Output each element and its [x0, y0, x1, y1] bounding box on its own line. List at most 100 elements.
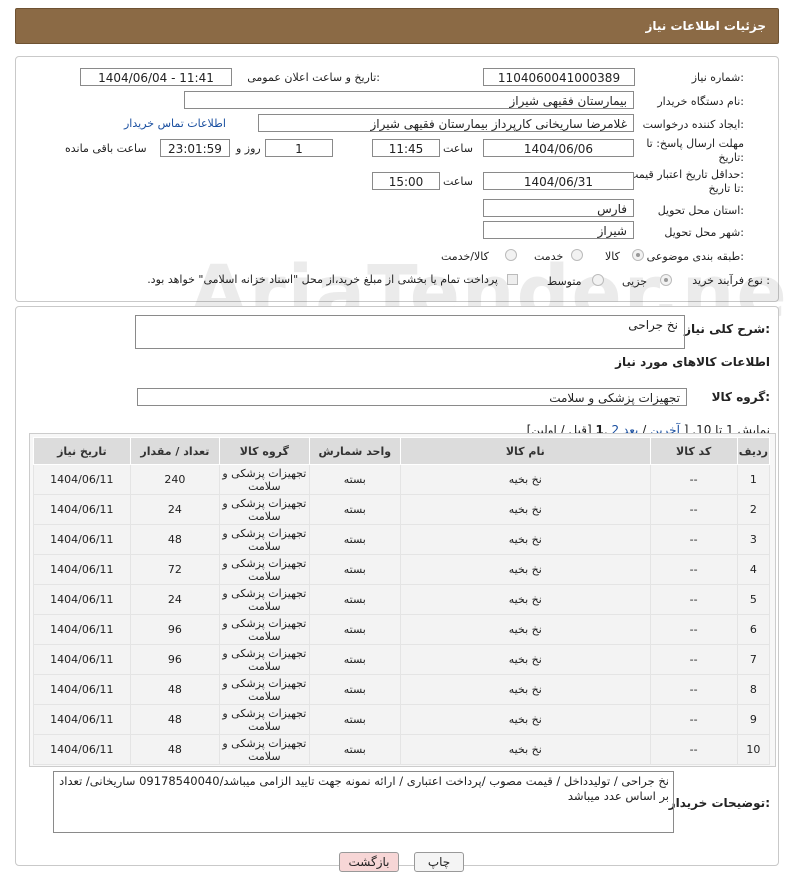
- cell-need-date: 1404/06/11: [33, 584, 131, 615]
- validity-date-field: 1404/06/31: [483, 172, 634, 190]
- city-label: شهر محل تحویل:: [664, 226, 744, 239]
- cell-item-code: --: [649, 704, 738, 735]
- cell-group: تجهیزات پزشکی و سلامت: [219, 734, 310, 765]
- category-radio-goods[interactable]: [632, 249, 644, 261]
- category-option-service: خدمت: [534, 250, 564, 263]
- table-row: 4 -- نخ بخیه بسته تجهیزات پزشکی و سلامت 72 140…: [33, 554, 771, 585]
- cell-group: تجهیزات پزشکی و سلامت: [219, 614, 310, 645]
- creator-field: غلامرضا ساریخانی کارپرداز بیمارستان فقیه…: [258, 114, 634, 132]
- process-radio-medium[interactable]: [592, 274, 604, 286]
- goods-group-field: تجهیزات پزشکی و سلامت: [137, 388, 687, 406]
- cell-need-date: 1404/06/11: [33, 524, 131, 555]
- deadline-time-field: 11:45: [372, 139, 440, 157]
- remaining-time-field: 23:01:59: [160, 139, 230, 157]
- category-radio-goods-service[interactable]: [505, 249, 517, 261]
- cell-need-date: 1404/06/11: [33, 464, 131, 495]
- cell-item-code: --: [649, 584, 738, 615]
- category-label: طبقه بندی موضوعی:: [646, 250, 744, 263]
- buyer-notes-text: نخ جراحی / تولیدداخل / قیمت مصوب /پرداخت…: [59, 774, 669, 803]
- table-row: 6 -- نخ بخیه بسته تجهیزات پزشکی و سلامت 96 140…: [33, 614, 771, 645]
- cell-group: تجهیزات پزشکی و سلامت: [219, 524, 310, 555]
- category-radio-service[interactable]: [571, 249, 583, 261]
- cell-group: تجهیزات پزشکی و سلامت: [219, 464, 310, 495]
- cell-group: تجهیزات پزشکی و سلامت: [219, 584, 310, 615]
- contact-info-link[interactable]: اطلاعات تماس خریدار: [124, 117, 226, 130]
- cell-item-name: نخ بخیه: [400, 674, 651, 705]
- process-option-minor: جزیی: [622, 275, 648, 288]
- remaining-label: ساعت باقی مانده: [65, 142, 147, 155]
- city-field: شیراز: [483, 221, 634, 239]
- table-row: 5 -- نخ بخیه بسته تجهیزات پزشکی و سلامت 24 140…: [33, 584, 771, 615]
- cell-item-code: --: [649, 734, 738, 765]
- province-field: فارس: [483, 199, 634, 217]
- cell-quantity: 48: [129, 674, 221, 705]
- announce-field: 1404/06/04 - 11:41: [80, 68, 232, 86]
- col-header-group: گروه کالا: [219, 437, 310, 465]
- goods-info-title: اطلاعات کالاهای مورد نیاز: [615, 355, 770, 369]
- cell-unit: بسته: [308, 734, 402, 765]
- cell-group: تجهیزات پزشکی و سلامت: [219, 554, 310, 585]
- col-header-quantity: تعداد / مقدار: [129, 437, 221, 465]
- cell-item-name: نخ بخیه: [400, 554, 651, 585]
- cell-quantity: 48: [129, 734, 221, 765]
- general-desc-label: شرح کلی نیاز:: [684, 322, 770, 336]
- cell-need-date: 1404/06/11: [33, 674, 131, 705]
- deadline-label-line2: تاریخ:: [718, 151, 744, 164]
- process-label: نوع فرآیند خرید :: [692, 274, 770, 287]
- province-label: استان محل تحویل:: [657, 204, 744, 217]
- days-label: روز و: [236, 142, 261, 155]
- cell-need-date: 1404/06/11: [33, 614, 131, 645]
- goods-table-body: 1 -- نخ بخیه بسته تجهیزات پزشکی و سلامت 240 14…: [33, 464, 771, 765]
- cell-item-name: نخ بخیه: [400, 524, 651, 555]
- table-row: 1 -- نخ بخیه بسته تجهیزات پزشکی و سلامت 240 14…: [33, 464, 771, 495]
- goods-table-header: ردیف کد کالا نام کالا واحد شمارش گروه کا…: [33, 437, 771, 465]
- page-header: جزئیات اطلاعات نیاز: [15, 8, 779, 44]
- cell-need-date: 1404/06/11: [33, 734, 131, 765]
- buyer-org-field: بیمارستان فقیهی شیراز: [184, 91, 634, 109]
- buyer-notes-label: توضیحات خریدار:: [668, 796, 770, 810]
- cell-item-code: --: [649, 464, 738, 495]
- cell-item-name: نخ بخیه: [400, 614, 651, 645]
- col-header-row-number: ردیف: [736, 437, 771, 465]
- category-option-goods-service: کالا/خدمت: [441, 250, 489, 263]
- print-button[interactable]: چاپ: [414, 852, 464, 872]
- goods-group-label: گروه کالا:: [711, 390, 770, 404]
- creator-label: ایجاد کننده درخواست:: [642, 118, 744, 131]
- deadline-date-field: 1404/06/06: [483, 139, 634, 157]
- treasury-payment-note: پرداخت تمام یا بخشی از مبلغ خرید،از محل …: [147, 273, 498, 286]
- general-desc-text: نخ جراحی: [628, 318, 678, 332]
- cell-need-date: 1404/06/11: [33, 554, 131, 585]
- cell-row-number: 5: [736, 584, 771, 615]
- validity-label-line1: حداقل تاریخ اعتبار قیمت:: [628, 168, 744, 181]
- cell-item-name: نخ بخیه: [400, 494, 651, 525]
- validity-label: حداقل تاریخ اعتبار قیمت: تا تاریخ:: [628, 168, 744, 196]
- cell-row-number: 3: [736, 524, 771, 555]
- cell-row-number: 6: [736, 614, 771, 645]
- table-row: 10 -- نخ بخیه بسته تجهیزات پزشکی و سلامت 48 14…: [33, 734, 771, 765]
- col-header-unit: واحد شمارش: [308, 437, 402, 465]
- remaining-days-field: 1: [265, 139, 333, 157]
- treasury-payment-checkbox[interactable]: [507, 274, 518, 285]
- cell-item-name: نخ بخیه: [400, 584, 651, 615]
- cell-unit: بسته: [308, 554, 402, 585]
- cell-need-date: 1404/06/11: [33, 704, 131, 735]
- cell-item-name: نخ بخیه: [400, 734, 651, 765]
- back-button[interactable]: بازگشت: [339, 852, 399, 872]
- col-header-item-name: نام کالا: [400, 437, 651, 465]
- process-radio-minor[interactable]: [660, 274, 672, 286]
- cell-row-number: 7: [736, 644, 771, 675]
- cell-unit: بسته: [308, 704, 402, 735]
- cell-row-number: 8: [736, 674, 771, 705]
- need-number-label: شماره نیاز:: [691, 71, 744, 84]
- table-row: 2 -- نخ بخیه بسته تجهیزات پزشکی و سلامت 24 140…: [33, 494, 771, 525]
- cell-item-code: --: [649, 494, 738, 525]
- cell-row-number: 1: [736, 464, 771, 495]
- cell-group: تجهیزات پزشکی و سلامت: [219, 704, 310, 735]
- need-number-field: 1104060041000389: [483, 68, 635, 86]
- cell-item-code: --: [649, 674, 738, 705]
- cell-quantity: 24: [129, 584, 221, 615]
- validity-time-label: ساعت: [443, 175, 473, 188]
- cell-quantity: 96: [129, 614, 221, 645]
- cell-row-number: 9: [736, 704, 771, 735]
- deadline-label: مهلت ارسال پاسخ: تا تاریخ:: [646, 137, 744, 165]
